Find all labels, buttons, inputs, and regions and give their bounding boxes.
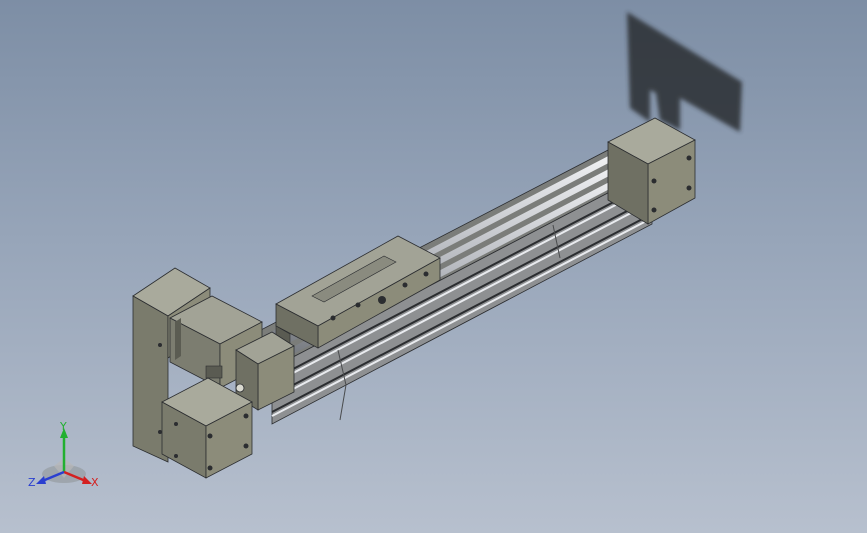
coordinate-triad: Y X Z [28, 420, 99, 489]
graphics-viewport[interactable]: Y X Z [0, 0, 867, 533]
extrusion-profile[interactable] [231, 147, 653, 425]
triad-x-label: X [91, 476, 99, 489]
projected-shadow [627, 12, 742, 132]
end-cap-far[interactable] [607, 117, 696, 225]
triad-z-label: Z [28, 476, 36, 489]
triad-y-label: Y [59, 420, 67, 433]
